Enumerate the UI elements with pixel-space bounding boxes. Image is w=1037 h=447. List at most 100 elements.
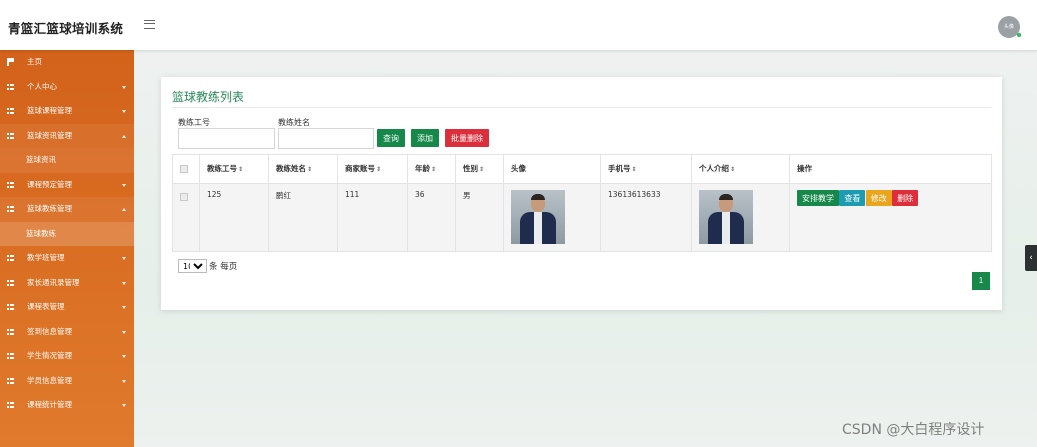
sidebar-item-booking-management[interactable]: 课程预定管理	[0, 173, 134, 198]
sidebar-subitem-news[interactable]: 篮球资讯	[0, 148, 134, 173]
sort-icon: ⇕	[431, 166, 437, 173]
column-header-intro[interactable]: 个人介绍⇕	[691, 154, 790, 184]
sidebar-item-home[interactable]: 主页	[0, 50, 134, 75]
cell-gender: 男	[455, 183, 504, 252]
sort-icon: ⇕	[730, 166, 736, 173]
column-header-merchant-account[interactable]: 商家账号⇕	[337, 154, 408, 184]
coach-no-label: 教练工号	[178, 118, 210, 127]
chevron-down-icon	[122, 379, 126, 383]
coach-table: 教练工号⇕ 教练姓名⇕ 商家账号⇕ 年龄⇕ 性别⇕ 头像 手机号⇕ 个人介绍⇕ …	[172, 154, 992, 252]
column-header-coach-name[interactable]: 教练姓名⇕	[268, 154, 338, 184]
sidebar-item-label: 教学班管理	[27, 253, 65, 262]
sort-icon: ⇕	[307, 166, 313, 173]
chevron-down-icon	[122, 85, 126, 89]
chevron-down-icon	[122, 306, 126, 309]
batch-delete-button[interactable]: 批量删除	[445, 129, 489, 147]
chevron-down-icon	[122, 404, 126, 407]
sidebar-item-label: 篮球资讯管理	[27, 130, 72, 140]
row-select-cell[interactable]	[172, 183, 200, 252]
sidebar-item-label: 课程统计管理	[27, 400, 72, 409]
cell-intro	[691, 183, 790, 252]
grid-icon	[7, 206, 14, 212]
sidebar-item-student-status-management[interactable]: 学生情况管理	[0, 344, 134, 369]
flag-icon	[7, 58, 14, 66]
grid-icon	[7, 83, 14, 90]
sidebar-item-personal-center[interactable]: 个人中心	[0, 75, 134, 100]
cell-coach-no: 125	[199, 183, 269, 252]
chevron-up-icon	[122, 208, 126, 211]
column-header-coach-no[interactable]: 教练工号⇕	[199, 154, 269, 184]
sort-icon: ⇕	[479, 166, 485, 173]
grid-icon	[7, 402, 14, 408]
sidebar-item-contacts-management[interactable]: 家长通讯录管理	[0, 271, 134, 296]
sidebar-item-label: 课程预定管理	[27, 179, 72, 189]
chevron-down-icon	[122, 355, 126, 358]
sidebar-item-course-stats-management[interactable]: 课程统计管理	[0, 393, 134, 418]
coach-name-label: 教练姓名	[278, 118, 310, 127]
grid-icon	[7, 255, 14, 261]
sidebar-item-course-management[interactable]: 篮球课程管理	[0, 99, 134, 124]
sidebar-item-coach-management[interactable]: 篮球教练管理	[0, 197, 134, 222]
page-title: 篮球教练列表	[172, 90, 245, 104]
add-button[interactable]: 添加	[411, 129, 439, 147]
chevron-up-icon	[122, 134, 126, 138]
grid-icon	[7, 377, 14, 384]
chevron-down-icon	[122, 257, 126, 260]
cell-merchant-account: 111	[337, 183, 408, 252]
coach-name-input[interactable]	[278, 128, 374, 149]
grid-icon	[7, 328, 14, 335]
schedule-teaching-button[interactable]: 安排教学	[797, 190, 839, 206]
sidebar: 主页 个人中心 篮球课程管理 篮球资讯管理 篮球资讯 课程预定管理 篮球教练管理…	[0, 50, 134, 447]
sidebar-item-label: 个人中心	[27, 81, 57, 91]
chevron-down-icon	[122, 330, 126, 334]
page-size-select[interactable]: 10	[178, 259, 207, 273]
page-size-label: 条 每页	[209, 262, 238, 272]
sidebar-subitem-coach[interactable]: 篮球教练	[0, 221, 134, 246]
chevron-down-icon	[122, 281, 126, 285]
sort-icon: ⇕	[631, 166, 637, 173]
sort-icon: ⇕	[376, 166, 382, 173]
column-header-phone[interactable]: 手机号⇕	[600, 154, 692, 184]
coach-intro-image[interactable]	[699, 190, 753, 244]
select-all-checkbox[interactable]	[180, 165, 188, 173]
sidebar-item-label: 学生情况管理	[27, 351, 72, 360]
grid-icon	[7, 108, 14, 114]
column-header-gender[interactable]: 性别⇕	[455, 154, 504, 184]
cell-age: 36	[407, 183, 456, 252]
sidebar-item-label: 课程表管理	[27, 302, 65, 311]
grid-icon	[7, 181, 14, 188]
sidebar-item-news-management[interactable]: 篮球资讯管理	[0, 123, 134, 148]
edit-button[interactable]: 修改	[865, 190, 892, 206]
coach-list-panel: 篮球教练列表 教练工号 教练姓名 查询 添加 批量删除 教练工号⇕ 教练姓名⇕ …	[161, 77, 1002, 310]
sidebar-item-checkin-management[interactable]: 签到信息管理	[0, 320, 134, 345]
sidebar-item-class-management[interactable]: 教学班管理	[0, 246, 134, 271]
view-button[interactable]: 查看	[839, 190, 866, 206]
watermark: CSDN @大白程序设计	[842, 422, 985, 438]
grid-icon	[7, 132, 14, 139]
delete-button[interactable]: 删除	[892, 190, 919, 206]
online-status-dot	[1017, 33, 1021, 37]
pagination-page-1[interactable]: 1	[972, 272, 990, 290]
sidebar-item-student-info-management[interactable]: 学员信息管理	[0, 369, 134, 394]
sidebar-item-label: 学员信息管理	[27, 375, 72, 385]
grid-icon	[7, 353, 14, 359]
grid-icon	[7, 304, 14, 310]
select-all-cell[interactable]	[172, 154, 200, 184]
row-checkbox[interactable]	[180, 193, 188, 201]
user-avatar[interactable]: 头像	[998, 16, 1021, 38]
column-header-actions: 操作	[789, 154, 992, 184]
chevron-left-icon[interactable]: ‹	[1025, 245, 1037, 271]
column-header-age[interactable]: 年龄⇕	[407, 154, 456, 184]
sidebar-item-label: 篮球教练管理	[27, 204, 72, 213]
sidebar-item-label: 家长通讯录管理	[27, 277, 80, 287]
cell-coach-name: 鹏红	[268, 183, 338, 252]
menu-toggle-icon[interactable]	[144, 20, 155, 29]
search-button[interactable]: 查询	[377, 129, 405, 147]
sidebar-item-timetable-management[interactable]: 课程表管理	[0, 295, 134, 320]
chevron-down-icon	[122, 110, 126, 113]
coach-no-input[interactable]	[178, 128, 275, 149]
coach-photo[interactable]	[511, 190, 565, 244]
column-header-photo: 头像	[503, 154, 601, 184]
sidebar-item-label: 主页	[27, 57, 42, 66]
avatar-label: 头像	[1003, 24, 1014, 30]
